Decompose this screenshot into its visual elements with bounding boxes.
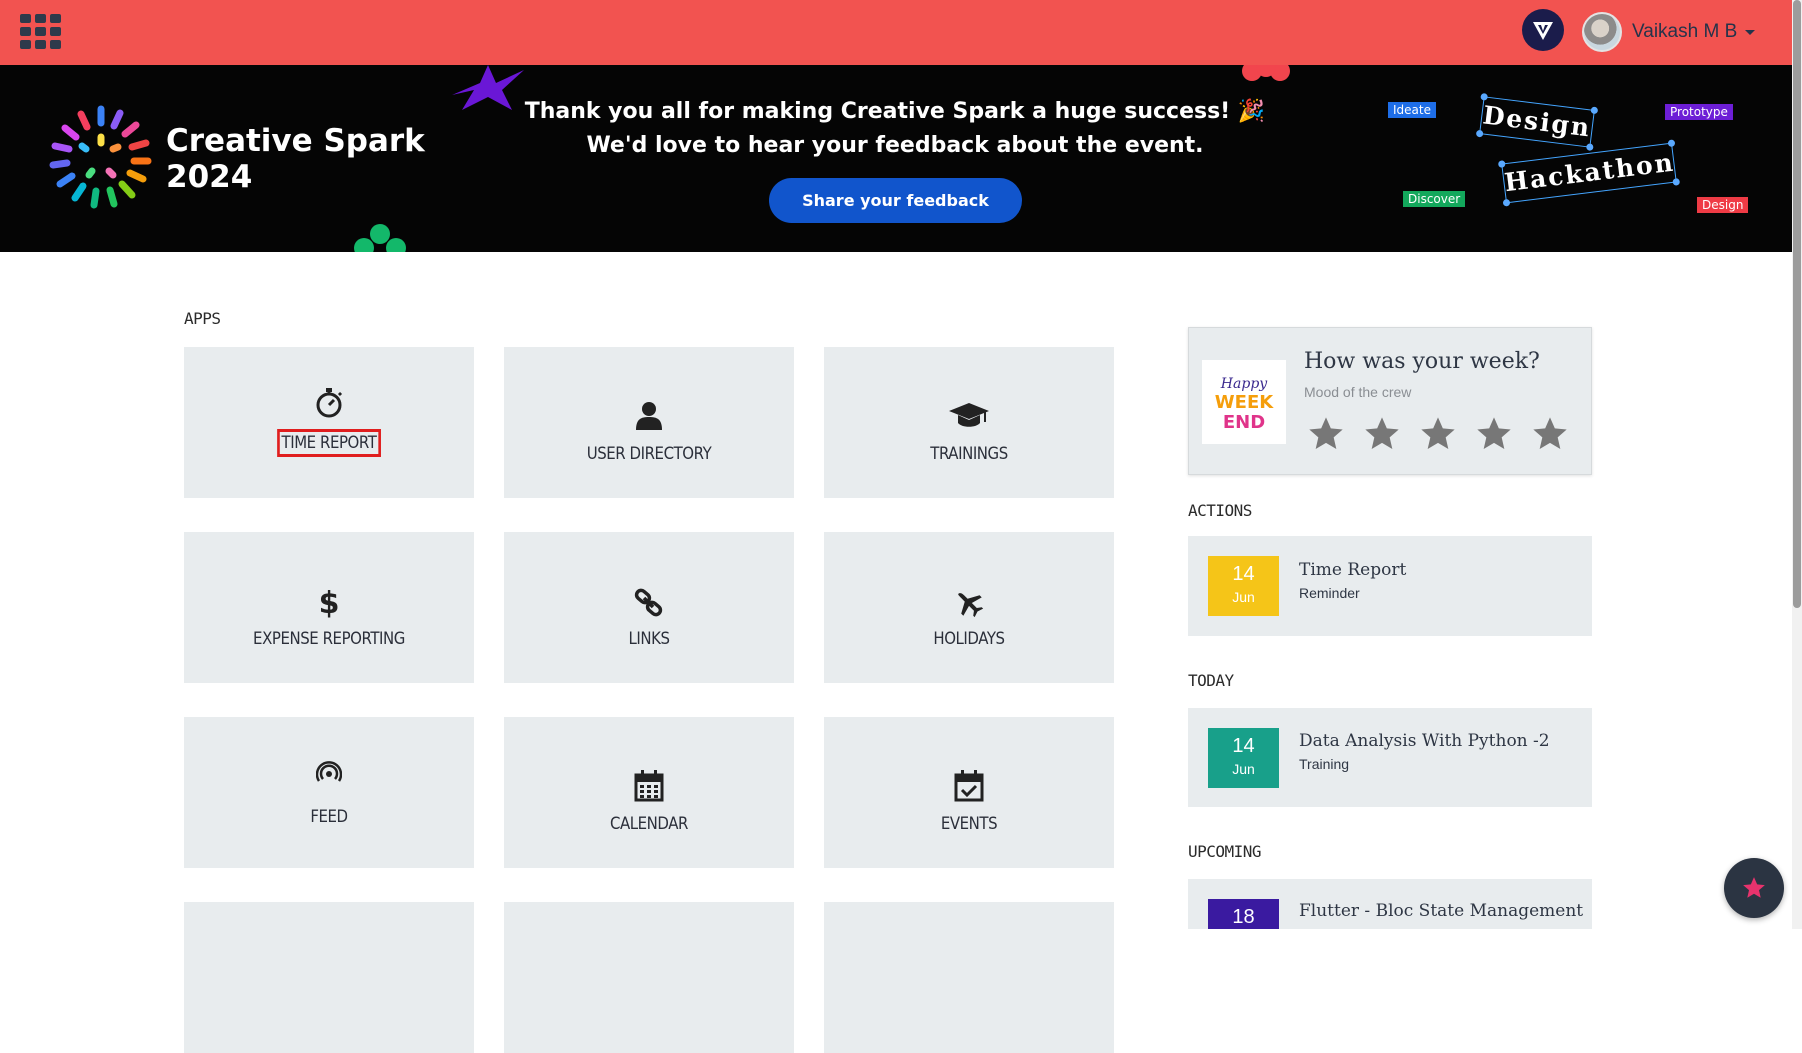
today-title: Data Analysis With Python -2 (1299, 731, 1550, 751)
app-tile-expense-reporting[interactable]: $ EXPENSE REPORTING (184, 532, 474, 683)
app-tile-links[interactable]: LINKS (504, 532, 794, 683)
mood-title: How was your week? (1304, 349, 1540, 374)
app-tile-label: FEED (310, 807, 348, 827)
app-tile-feed[interactable]: FEED (184, 717, 474, 868)
today-heading: TODAY (1188, 671, 1234, 690)
star-icon (1743, 877, 1765, 898)
app-tile-calendar[interactable]: CALENDAR (504, 717, 794, 868)
app-tile-time-report[interactable]: TIME REPORT (184, 347, 474, 498)
event-title-line1: Creative Spark (166, 123, 425, 159)
app-tile-label: TRAININGS (930, 444, 1008, 464)
burst-shape-icon (452, 65, 524, 110)
star-icon[interactable] (1418, 414, 1458, 454)
date-badge: 18 (1208, 899, 1279, 929)
feed-icon (316, 761, 342, 782)
avatar (1582, 12, 1622, 52)
happy-weekend-image: Happy WEEK END (1202, 360, 1286, 444)
star-icon[interactable] (1530, 414, 1570, 454)
app-tile-label: EVENTS (940, 814, 998, 834)
mood-subtitle: Mood of the crew (1304, 384, 1412, 400)
link-icon (634, 588, 663, 617)
user-name: Vaikash M B (1632, 21, 1738, 42)
svg-text:WEEK: WEEK (1215, 392, 1274, 413)
app-tile-label: LINKS (628, 629, 670, 649)
date-day: 14 (1232, 735, 1255, 757)
app-tile-label: USER DIRECTORY (586, 444, 712, 464)
event-banner: Creative Spark 2024 Thank you all for ma… (0, 65, 1792, 252)
blob-shape-icon (1242, 65, 1290, 81)
upcoming-item[interactable]: 18 Flutter - Bloc State Management (1188, 879, 1592, 929)
share-feedback-button[interactable]: Share your feedback (769, 178, 1022, 223)
date-day: 18 (1232, 906, 1255, 928)
date-month: Jun (1232, 589, 1255, 605)
firework-logo-icon (49, 105, 152, 209)
action-title: Time Report (1299, 560, 1407, 580)
user-menu[interactable]: Vaikash M B (1582, 9, 1756, 55)
app-tile-label: TIME REPORT (277, 429, 381, 457)
app-tile-user-directory[interactable]: USER DIRECTORY (504, 347, 794, 498)
svg-text:$: $ (319, 586, 339, 618)
clover-shape-icon (354, 224, 406, 252)
banner-message-line1: Thank you all for making Creative Spark … (524, 99, 1266, 124)
star-icon[interactable] (1306, 414, 1346, 454)
app-tile-label: CALENDAR (609, 814, 689, 834)
stopwatch-icon (316, 388, 343, 418)
star-icon[interactable] (1362, 414, 1402, 454)
app-tile-partial[interactable] (184, 902, 474, 1053)
company-logo-icon[interactable] (1522, 9, 1564, 51)
page-scrollbar[interactable] (1792, 0, 1802, 929)
plane-icon (958, 593, 984, 618)
apps-grid-icon[interactable] (20, 14, 62, 50)
apps-heading: APPS (184, 309, 221, 328)
event-title-line2: 2024 (166, 159, 253, 195)
calendar-icon (634, 770, 664, 802)
svg-text:Happy: Happy (1220, 376, 1268, 392)
date-day: 14 (1232, 563, 1255, 585)
action-item[interactable]: 14 Jun Time Report Reminder (1188, 536, 1592, 636)
date-month: Jun (1232, 761, 1255, 777)
calendar-check-icon (954, 770, 984, 802)
scrollbar-thumb[interactable] (1793, 0, 1801, 608)
caret-down-icon (1745, 29, 1756, 35)
app-tile-partial[interactable] (504, 902, 794, 1053)
app-tile-holidays[interactable]: HOLIDAYS (824, 532, 1114, 683)
banner-message-line2: We'd love to hear your feedback about th… (586, 133, 1204, 158)
date-badge: 14 Jun (1208, 728, 1279, 788)
tag-ideate: Ideate (1388, 102, 1436, 118)
app-tile-events[interactable]: EVENTS (824, 717, 1114, 868)
action-subtitle: Reminder (1299, 585, 1360, 601)
top-bar: Vaikash M B (0, 0, 1792, 65)
today-subtitle: Training (1299, 756, 1350, 772)
svg-text:END: END (1223, 412, 1265, 433)
upcoming-heading: UPCOMING (1188, 842, 1262, 861)
mood-card: Happy WEEK END How was your week? Mood o… (1188, 327, 1592, 475)
app-tile-label: EXPENSE REPORTING (253, 629, 405, 649)
graduation-cap-icon (949, 403, 989, 427)
user-icon (636, 402, 662, 430)
app-tile-label: HOLIDAYS (933, 629, 1005, 649)
app-tile-trainings[interactable]: TRAININGS (824, 347, 1114, 498)
mood-rating (1306, 414, 1570, 454)
favorites-button[interactable] (1724, 858, 1784, 918)
date-badge: 14 Jun (1208, 556, 1279, 616)
upcoming-title: Flutter - Bloc State Management (1299, 901, 1584, 921)
tag-discover: Discover (1403, 191, 1466, 207)
dollar-icon: $ (319, 586, 339, 618)
today-item[interactable]: 14 Jun Data Analysis With Python -2 Trai… (1188, 708, 1592, 807)
event-title: Creative Spark 2024 (166, 123, 425, 195)
star-icon[interactable] (1474, 414, 1514, 454)
app-tile-partial[interactable] (824, 902, 1114, 1053)
banner-message: Thank you all for making Creative Spark … (520, 95, 1270, 163)
actions-heading: ACTIONS (1188, 501, 1252, 520)
tag-design: Design (1697, 197, 1749, 213)
tag-prototype: Prototype (1665, 104, 1733, 120)
